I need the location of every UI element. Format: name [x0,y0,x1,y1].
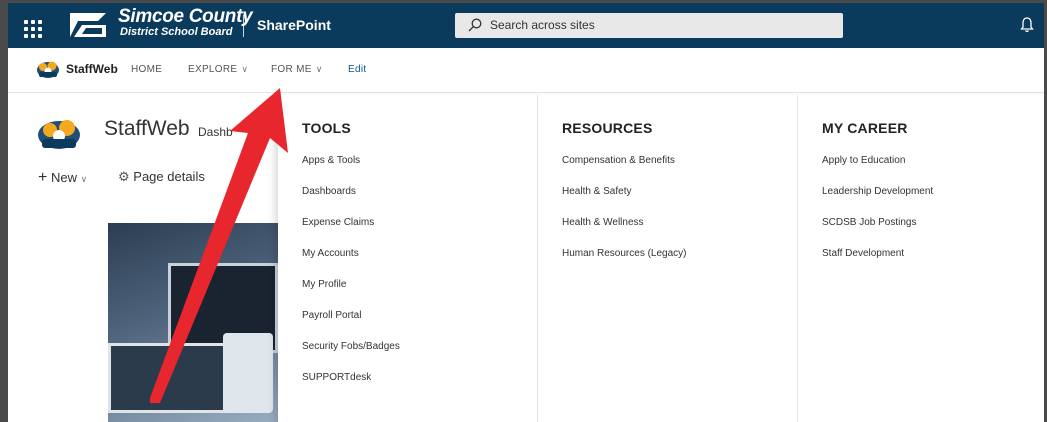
menu-column-tools: TOOLS Apps & Tools Dashboards Expense Cl… [278,95,538,422]
new-button[interactable]: + New ∨ [38,169,87,187]
menu-item[interactable]: Human Resources (Legacy) [562,248,687,279]
menu-item[interactable]: Apply to Education [822,155,933,186]
command-bar: + New ∨ ⚙ Page details [8,159,278,199]
menu-item[interactable]: Dashboards [302,186,400,217]
staffweb-site-logo-icon [38,120,80,149]
nav-for-me-label: FOR ME [271,64,312,75]
tablet-graphic [223,333,273,413]
menu-heading: MY CAREER [822,120,908,136]
menu-item[interactable]: My Profile [302,279,400,310]
nav-edit[interactable]: Edit [348,64,366,75]
hero-image [108,223,278,422]
menu-item[interactable]: Expense Claims [302,217,400,248]
menu-item[interactable]: Health & Safety [562,186,687,217]
menu-item[interactable]: Compensation & Benefits [562,155,687,186]
staffweb-logo-icon[interactable] [36,59,60,79]
chevron-down-icon: ∨ [80,174,88,184]
page-title: StaffWeb [104,117,190,140]
menu-item[interactable]: Leadership Development [822,186,933,217]
nav-home[interactable]: HOME [131,64,162,75]
app-launcher-icon[interactable] [16,12,44,40]
laptop-graphic [108,343,228,413]
new-button-label: New [50,170,77,185]
gear-icon: ⚙ [118,169,130,184]
menu-item[interactable]: My Accounts [302,248,400,279]
nav-for-me[interactable]: FOR ME ∨ [271,64,323,75]
app-frame: Simcoe County District School Board Shar… [0,0,1047,422]
page-nav-dashboards-partial[interactable]: Dashb [198,125,233,139]
site-navigation: StaffWeb HOME EXPLORE ∨ FOR ME ∨ Edit [8,48,1044,93]
site-title-link[interactable]: StaffWeb [66,62,118,76]
menu-item[interactable]: SUPPORTdesk [302,372,400,403]
app-name[interactable]: SharePoint [257,17,331,33]
menu-column-resources: RESOURCES Compensation & Benefits Health… [538,95,798,422]
menu-item[interactable]: Health & Wellness [562,217,687,248]
page-details-label: Page details [133,169,205,184]
suite-bar: Simcoe County District School Board Shar… [8,3,1044,48]
nav-explore[interactable]: EXPLORE ∨ [188,64,248,75]
nav-home-label: HOME [131,64,163,75]
menu-list: Apply to Education Leadership Developmen… [822,155,933,279]
for-me-mega-menu: TOOLS Apps & Tools Dashboards Expense Cl… [278,95,1044,422]
notification-bell-icon[interactable] [1020,16,1034,34]
search-box[interactable]: Search across sites [455,13,843,38]
menu-heading: TOOLS [302,120,351,136]
search-icon [468,18,482,32]
plus-icon: + [38,169,48,186]
menu-heading: RESOURCES [562,120,653,136]
menu-item[interactable]: SCDSB Job Postings [822,217,933,248]
menu-item[interactable]: Payroll Portal [302,310,400,341]
menu-list: Apps & Tools Dashboards Expense Claims M… [302,155,400,403]
menu-item[interactable]: Security Fobs/Badges [302,341,400,372]
page-details-button[interactable]: ⚙ Page details [118,169,205,185]
nav-explore-label: EXPLORE [188,64,238,75]
menu-column-my-career: MY CAREER Apply to Education Leadership … [798,95,1044,422]
scdsb-logo-icon [70,13,106,37]
menu-list: Compensation & Benefits Health & Safety … [562,155,687,279]
chevron-down-icon: ∨ [241,64,249,74]
suite-divider [243,15,244,37]
menu-item[interactable]: Staff Development [822,248,933,279]
menu-item[interactable]: Apps & Tools [302,155,400,186]
org-subtitle[interactable]: District School Board [120,26,232,38]
chevron-down-icon: ∨ [315,64,323,74]
search-placeholder[interactable]: Search across sites [490,18,595,32]
org-name[interactable]: Simcoe County [118,7,253,26]
